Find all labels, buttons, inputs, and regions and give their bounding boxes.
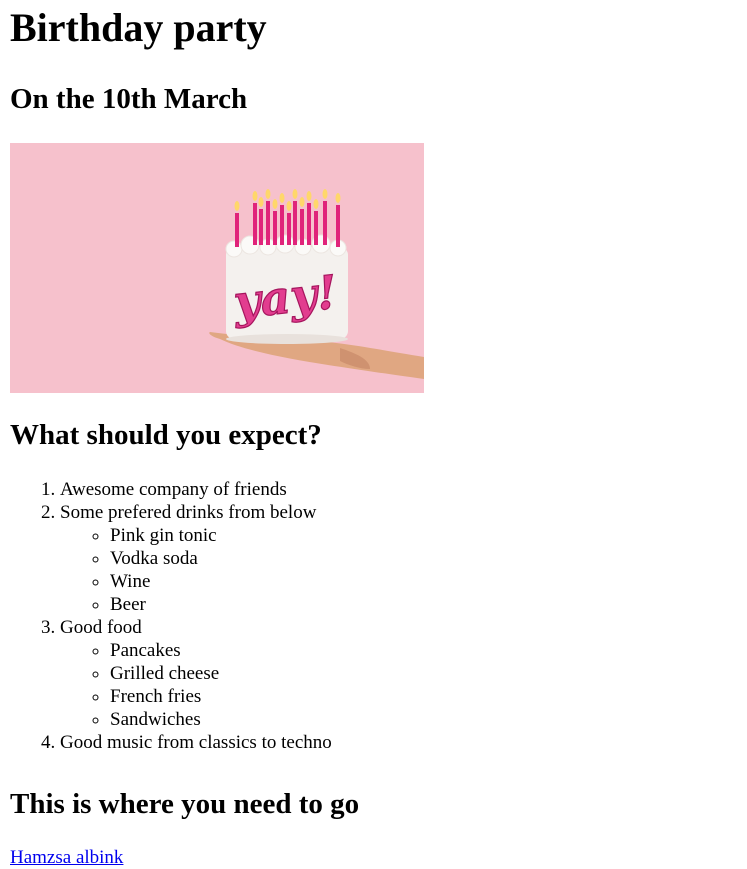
list-item: Awesome company of friends [60,478,737,501]
drinks-list: Pink gin tonic Vodka soda Wine Beer [60,524,737,616]
location-heading: This is where you need to go [10,788,360,820]
page: Birthday party On the 10th March yay! Wh… [10,0,737,869]
drink-item: Beer [110,593,737,616]
drink-item: Vodka soda [110,547,737,570]
list-item-label: Good food [60,617,142,638]
list-item-label: Some prefered drinks from below [60,502,317,523]
date-heading: On the 10th March [10,83,248,115]
drink-item: Wine [110,570,737,593]
food-item: Sandwiches [110,708,737,731]
location-link-row: Hamzsa albink [10,846,737,869]
list-item: Good music from classics to techno [60,731,737,754]
list-item: Some prefered drinks from below Pink gin… [60,501,737,616]
list-item: Good food Pancakes Grilled cheese French… [60,616,737,731]
page-title: Birthday party [10,5,267,50]
location-link[interactable]: Hamzsa albink [10,847,123,868]
drink-item: Pink gin tonic [110,524,737,547]
food-item: Grilled cheese [110,662,737,685]
svg-text:yay!: yay! [230,265,340,330]
expectations-list: Awesome company of friends Some prefered… [10,478,737,754]
birthday-cake-image: yay! [10,143,424,393]
list-item-label: Awesome company of friends [60,479,287,500]
food-list: Pancakes Grilled cheese French fries San… [60,639,737,731]
expect-heading: What should you expect? [10,419,322,451]
food-item: French fries [110,685,737,708]
food-item: Pancakes [110,639,737,662]
list-item-label: Good music from classics to techno [60,732,332,753]
